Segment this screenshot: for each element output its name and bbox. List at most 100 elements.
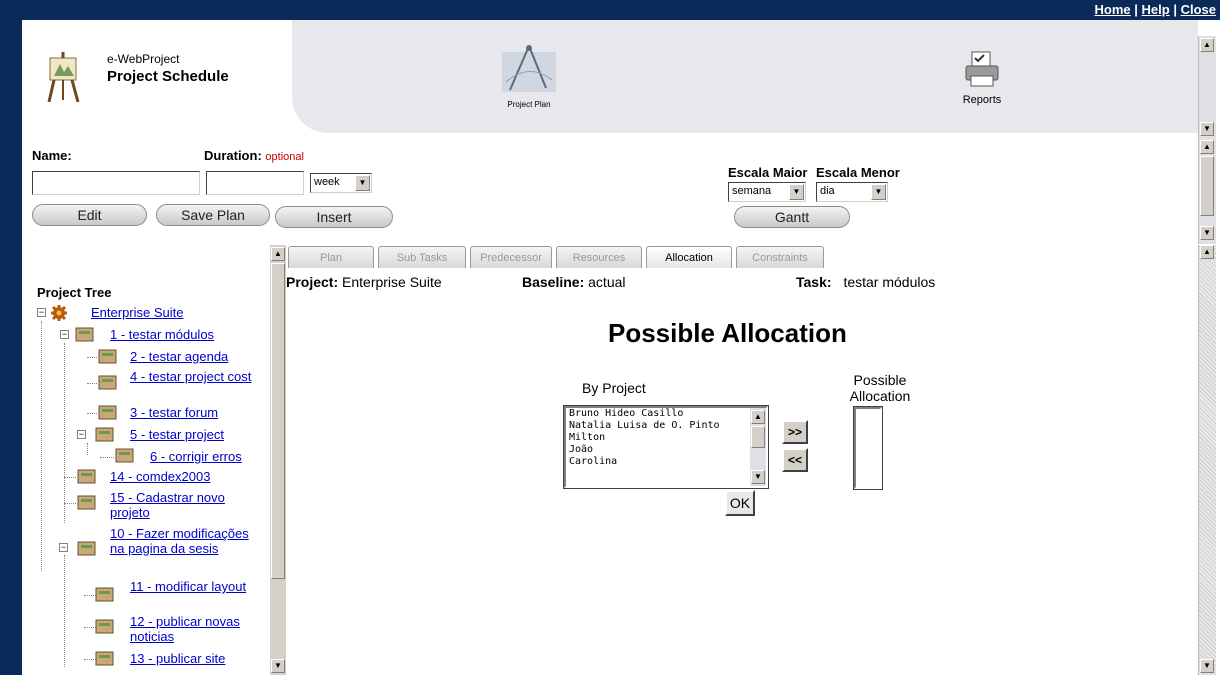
escala-maior-label: Escala Maior [728,165,808,180]
scroll-down-icon[interactable]: ▼ [1200,226,1214,240]
possible-allocation-label-line2: Allocation [849,388,911,404]
collapse-toggle-icon[interactable]: − [77,430,86,439]
tree-link[interactable]: 12 - publicar novas noticias [130,614,240,644]
escala-menor-select[interactable]: dia ▼ [816,182,888,202]
collapse-toggle-icon[interactable]: − [60,330,69,339]
chevron-down-icon[interactable]: ▼ [871,184,886,200]
home-link[interactable]: Home [1095,2,1131,17]
tree-link[interactable]: 1 - testar módulos [110,327,214,342]
scroll-up-icon[interactable]: ▲ [751,410,765,424]
task-icon [114,446,136,464]
list-item[interactable]: Natalia Luisa de O. Pinto [566,420,766,432]
tree-link[interactable]: 10 - Fazer modificações na pagina da ses… [110,526,249,556]
escala-menor-label: Escala Menor [816,165,900,180]
chevron-down-icon[interactable]: ▼ [789,184,804,200]
collapse-toggle-icon[interactable]: − [37,308,46,317]
scroll-up-icon[interactable]: ▲ [271,247,285,261]
tree-item[interactable]: 1 - testar módulos [110,327,214,342]
escala-menor-value: dia [820,185,835,197]
scroll-thumb[interactable] [751,426,765,448]
tree-link[interactable]: 3 - testar forum [130,405,218,420]
name-input[interactable] [32,171,200,195]
escala-maior-select[interactable]: semana ▼ [728,182,806,202]
tab-constraints[interactable]: Constraints [736,246,824,268]
tab-predecessor[interactable]: Predecessor [470,246,552,268]
app-title: Project Schedule [107,68,229,85]
duration-unit-select[interactable]: week ▼ [310,173,372,193]
tree-item[interactable]: 12 - publicar novas noticias [130,614,260,644]
tree-item[interactable]: 6 - corrigir erros [150,449,242,464]
nav-reports[interactable]: Reports [942,50,1022,114]
tree-link[interactable]: 6 - corrigir erros [150,449,242,464]
form-scrollbar[interactable]: ▲ ▼ [1198,140,1216,244]
tree-scrollbar[interactable]: ▲ ▼ [270,245,286,675]
scroll-thumb[interactable] [1200,156,1214,216]
tree-link[interactable]: 13 - publicar site [130,651,225,666]
scroll-down-icon[interactable]: ▼ [1200,122,1214,136]
chevron-down-icon[interactable]: ▼ [355,175,370,191]
nav-project-plan-label: Project Plan [507,100,551,109]
tree-item-enterprise-suite[interactable]: Enterprise Suite [91,305,184,320]
tree-item[interactable]: 11 - modificar layout [130,579,260,594]
tab-resources[interactable]: Resources [556,246,642,268]
gantt-button[interactable]: Gantt [734,206,850,228]
duration-input[interactable] [206,171,304,195]
tab-sub-tasks[interactable]: Sub Tasks [378,246,466,268]
task-icon [76,493,98,511]
tree-item[interactable]: 13 - publicar site [130,651,225,666]
tab-plan[interactable]: Plan [288,246,374,268]
tree-item[interactable]: 10 - Fazer modificações na pagina da ses… [110,526,260,556]
tree-line [64,477,76,478]
tree-item[interactable]: 4 - testar project cost [130,369,260,384]
task-icon [97,373,119,391]
scroll-down-icon[interactable]: ▼ [751,470,765,484]
baseline-label: Baseline: [522,274,585,290]
tree-link[interactable]: 15 - Cadastrar novo projeto [110,490,225,520]
scroll-down-icon[interactable]: ▼ [271,659,285,673]
possible-allocation-listbox[interactable] [853,406,883,490]
list-item[interactable]: Milton [566,432,766,444]
page-title: Possible Allocation [608,318,847,348]
insert-button[interactable]: Insert [275,206,393,228]
scroll-down-icon[interactable]: ▼ [1200,659,1214,673]
tree-item[interactable]: 15 - Cadastrar novo projeto [110,490,260,520]
nav-project-plan[interactable]: Project Plan [494,42,564,120]
help-link[interactable]: Help [1142,2,1170,17]
remove-allocation-button[interactable]: << [782,448,808,472]
add-allocation-button[interactable]: >> [782,420,808,444]
save-plan-button[interactable]: Save Plan [156,204,270,226]
main-scrollbar[interactable]: ▲ ▼ [1198,245,1216,675]
tree-link[interactable]: 4 - testar project cost [130,369,251,384]
list-item[interactable]: Carolina [566,456,766,468]
tree-link[interactable]: 14 - comdex2003 [110,469,210,484]
by-project-listbox[interactable]: Bruno Hideo Casillo Natalia Luisa de O. … [563,405,769,489]
scroll-up-icon[interactable]: ▲ [1200,38,1214,52]
task-icon [94,649,116,667]
edit-button[interactable]: Edit [32,204,147,226]
close-link[interactable]: Close [1181,2,1216,17]
frame-left-border [0,0,22,675]
collapse-toggle-icon[interactable]: − [59,543,68,552]
project-value: Enterprise Suite [342,274,442,290]
task-icon [94,617,116,635]
task-icon [97,403,119,421]
name-label: Name: [32,148,72,163]
scroll-up-icon[interactable]: ▲ [1200,245,1214,259]
tree-item[interactable]: 5 - testar project [130,427,224,442]
tab-allocation[interactable]: Allocation [646,246,732,268]
tree-item[interactable]: 3 - testar forum [130,405,218,420]
scroll-up-icon[interactable]: ▲ [1200,140,1214,154]
list-item[interactable]: João [566,444,766,456]
ok-button[interactable]: OK [725,490,755,516]
tree-item[interactable]: 14 - comdex2003 [110,469,210,484]
tree-link[interactable]: Enterprise Suite [91,305,184,320]
list-item[interactable]: Bruno Hideo Casillo [566,408,766,420]
tree-link[interactable]: 5 - testar project [130,427,224,442]
tree-link[interactable]: 2 - testar agenda [130,349,228,364]
listbox-scrollbar[interactable]: ▲ ▼ [750,408,766,486]
tree-link[interactable]: 11 - modificar layout [130,579,246,594]
tree-item[interactable]: 2 - testar agenda [130,349,228,364]
scroll-thumb[interactable] [271,263,285,579]
tree-line [87,383,97,384]
header-scrollbar[interactable]: ▲ ▼ [1198,36,1216,140]
